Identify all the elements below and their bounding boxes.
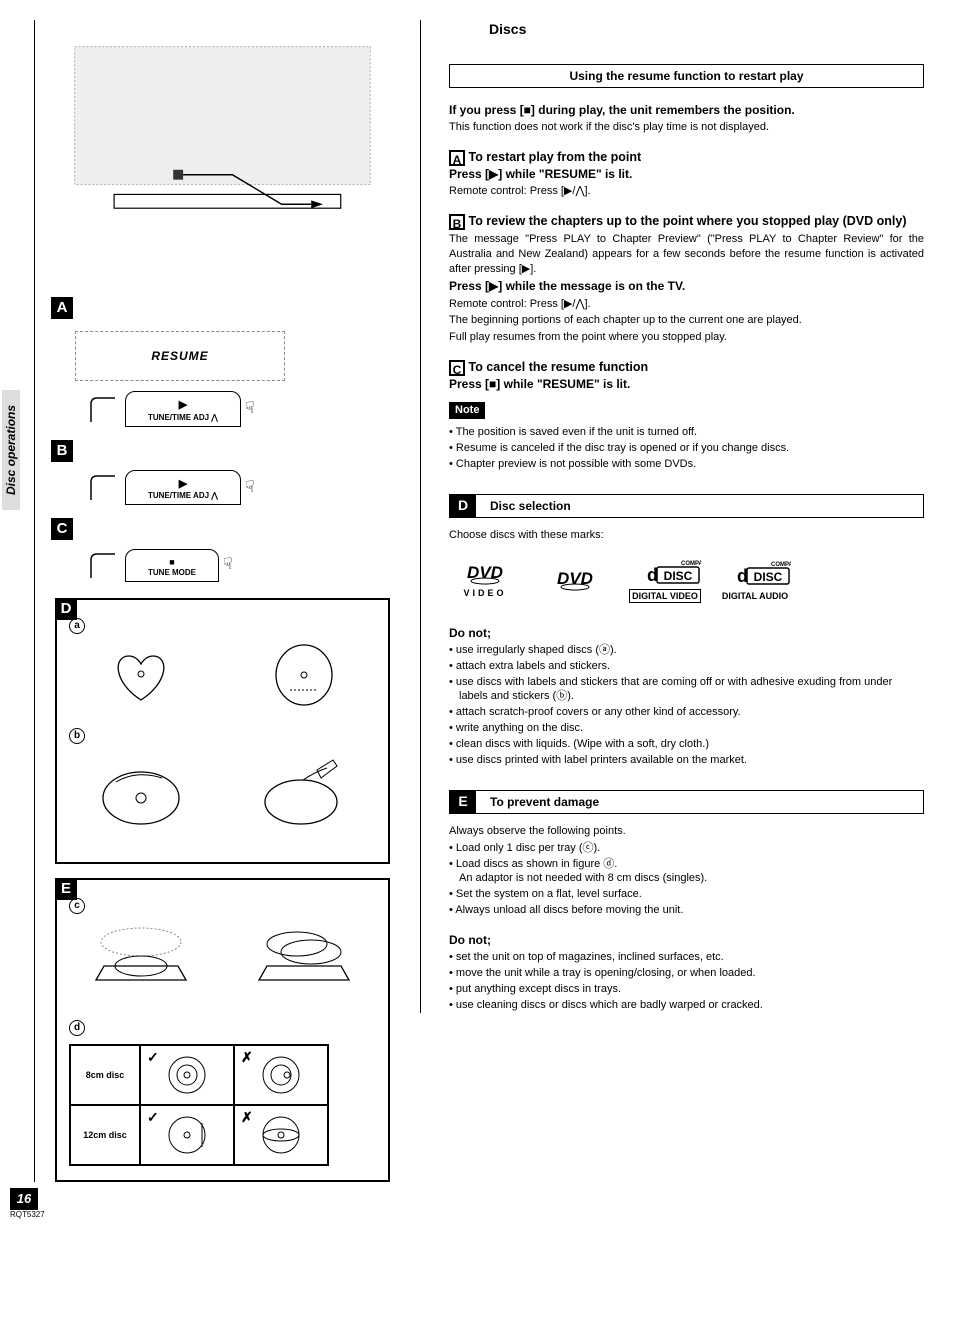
grid-12cm-bad: ✗ [234,1105,328,1165]
grid-8cm-bad: ✗ [234,1045,328,1105]
list-item: move the unit while a tray is opening/cl… [449,966,924,981]
section-b-body1: The message "Press PLAY to Chapter Previ… [449,232,924,277]
section-a-heading: A To restart play from the point [449,149,924,166]
section-b-body2: Remote control: Press [▶/⋀]. [449,297,924,312]
list-item: clean discs with liquids. (Wipe with a s… [449,737,924,752]
grid-8cm-ok: ✓ [140,1045,234,1105]
panel-label-d: D [55,598,77,620]
list-item: write anything on the disc. [449,721,924,736]
list-item: Resume is canceled if the disc tray is o… [449,441,924,456]
cd-digital-video-logo: COMPACT d DISC DIGITAL VIDEO [629,557,701,603]
list-item: Load discs as shown in figure ⓓ. An adap… [449,857,924,887]
panel-e: E c d 8cm disc [55,878,390,1182]
section-letter-e: E [450,791,476,813]
page-code: RQT5327 [10,1210,390,1221]
stop-icon: ■ [148,556,196,568]
button-b-diagram: ▶ TUNE/TIME ADJ ⋀ ☟ [85,470,390,506]
list-item: put anything except discs in trays. [449,982,924,997]
disc-size-grid: 8cm disc ✓ ✗ 12cm disc ✓ ✗ [69,1044,329,1166]
list-item: set the unit on top of magazines, inclin… [449,950,924,965]
circle-c: c [69,898,85,914]
logo-row: DVD VIDEO DVD COMPACT d DISC DIGITAL VID… [449,557,924,603]
panel-label-b: B [51,440,73,462]
section-c-heading: C To cancel the resume function [449,359,924,376]
side-tab: Disc operations [2,390,20,510]
section-b-body4: Full play resumes from the point where y… [449,330,924,345]
e-do-not-head: Do not; [449,932,924,948]
list-item: attach extra labels and stickers. [449,659,924,674]
oval-disc-icon [266,642,342,708]
list-item: use discs printed with label printers av… [449,753,924,768]
page-title: Discs [449,20,924,39]
page-number: 16 [10,1188,38,1210]
panel-c: C ■ TUNE MODE ☟ [55,521,390,582]
section-a-body1: Remote control: Press [▶/⋀]. [449,184,924,199]
intro-bold: If you press [■] during play, the unit r… [449,102,924,118]
panel-label-c: C [51,518,73,540]
circle-b: b [69,728,85,744]
cd-digital-audio-logo: COMPACT d DISC DIGITAL AUDIO [719,558,791,602]
intro-body: This function does not work if the disc'… [449,120,924,135]
section-a-sub: Press [▶] while "RESUME" is lit. [449,166,924,182]
list-item: attach scratch-proof covers or any other… [449,705,924,720]
section-d-bar: D Disc selection [449,494,924,518]
do-not-list: use irregularly shaped discs (ⓐ). attach… [449,643,924,768]
list-item: use cleaning discs or discs which are ba… [449,998,924,1013]
tray-two-disc-icon [249,922,359,1000]
note-list: The position is saved even if the unit i… [449,425,924,472]
section-letter-d: D [450,495,476,517]
panel-d: D a b [55,598,390,864]
d-lead: Choose discs with these marks: [449,528,924,543]
list-item: Set the system on a flat, level surface. [449,887,924,902]
list-item: Load only 1 disc per tray (ⓒ). [449,841,924,856]
svg-text:COMPACT: COMPACT [681,561,701,567]
list-item: The position is saved even if the unit i… [449,425,924,440]
section-b-sub: Press [▶] while the message is on the TV… [449,278,924,294]
section-e-bar: E To prevent damage [449,790,924,814]
finger-icon: ☟ [223,554,233,576]
panel-label-e: E [55,878,77,900]
play-icon: ▶ [148,477,218,492]
list-item: use irregularly shaped discs (ⓐ). [449,643,924,658]
dvd-logo: DVD [539,567,611,593]
e-list: Load only 1 disc per tray (ⓒ). Load disc… [449,841,924,918]
device-illustration [55,20,390,290]
e-do-not-list: set the unit on top of magazines, inclin… [449,950,924,1012]
display-resume: RESUME [75,331,285,381]
section-c-sub: Press [■] while "RESUME" is lit. [449,376,924,392]
list-item: Chapter preview is not possible with som… [449,457,924,472]
note-tag: Note [449,402,485,419]
circle-a: a [69,618,85,634]
section-letter-a: A [449,150,465,166]
e-lead: Always observe the following points. [449,824,924,839]
panel-label-a: A [51,297,73,319]
play-icon: ▶ [148,398,218,413]
grid-8cm-label: 8cm disc [70,1045,140,1105]
finger-icon: ☟ [245,477,255,499]
list-item: use discs with labels and stickers that … [449,675,924,705]
svg-text:DISC: DISC [754,570,783,584]
svg-text:COMPACT: COMPACT [771,562,791,568]
section-letter-c: C [449,360,465,376]
dvd-video-logo: DVD VIDEO [449,561,521,599]
heart-disc-icon [103,642,179,708]
label-disc-icon [96,752,186,828]
circle-d: d [69,1020,85,1036]
section-letter-b: B [449,214,465,230]
grid-12cm-ok: ✓ [140,1105,234,1165]
list-item: Always unload all discs before moving th… [449,903,924,918]
grid-12cm-label: 12cm disc [70,1105,140,1165]
write-disc-icon [259,752,349,828]
finger-icon: ☟ [245,398,255,420]
tray-one-disc-icon [86,922,196,1000]
section-b-heading: B To review the chapters up to the point… [449,213,924,230]
resume-box-header: Using the resume function to restart pla… [449,64,924,88]
button-a-diagram: ▶ TUNE/TIME ADJ ⋀ ☟ [85,391,390,427]
section-b-body3: The beginning portions of each chapter u… [449,313,924,328]
do-not-head: Do not; [449,625,924,641]
panel-b: B ▶ TUNE/TIME ADJ ⋀ ☟ [55,443,390,506]
svg-text:DISC: DISC [664,569,693,583]
button-c-diagram: ■ TUNE MODE ☟ [85,548,390,582]
panel-a: A RESUME ▶ TUNE/TIME ADJ ⋀ ☟ [55,300,390,427]
